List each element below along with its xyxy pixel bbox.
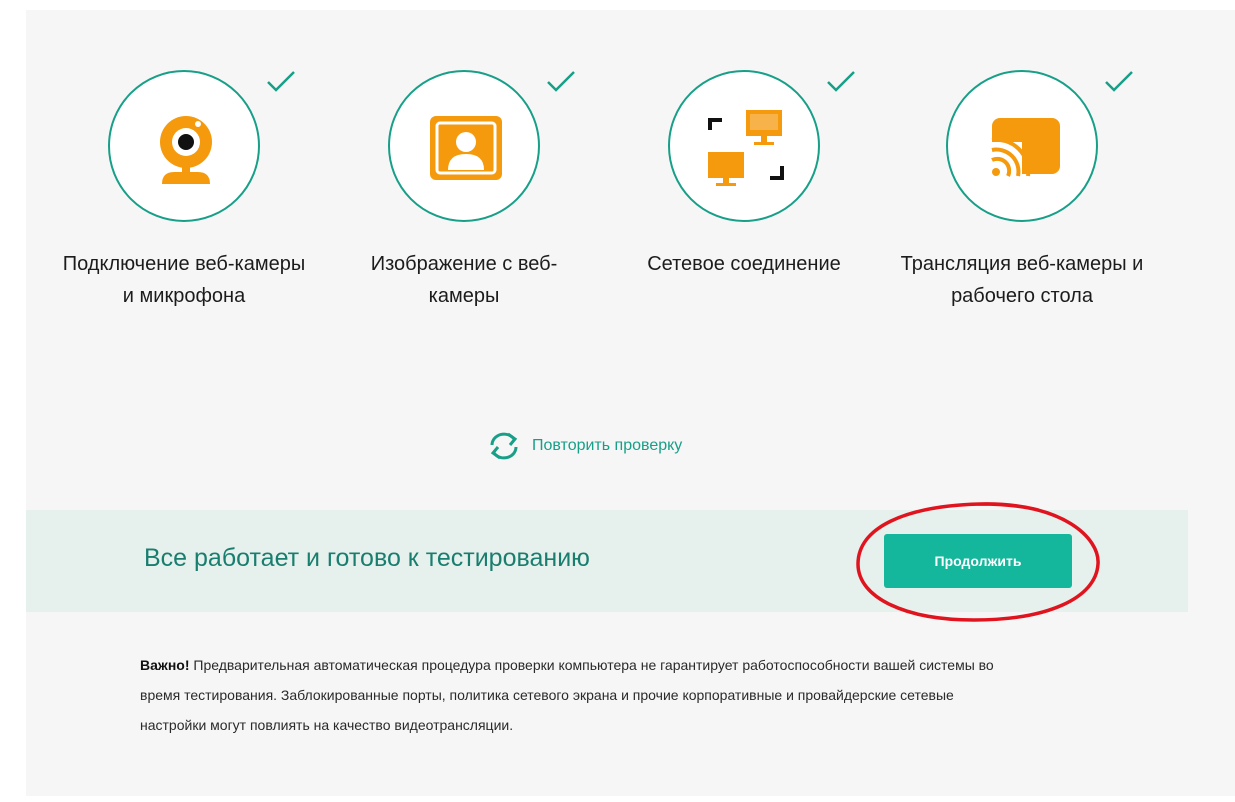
continue-button[interactable]: Продолжить — [884, 534, 1072, 588]
check-circle — [946, 70, 1098, 222]
check-mark-icon — [1105, 71, 1133, 92]
note-bold: Важно! — [140, 657, 190, 673]
network-monitors-icon — [708, 110, 784, 186]
user-portrait-icon — [430, 116, 502, 180]
check-label: Сетевое соединение — [647, 253, 841, 275]
webcam-icon — [160, 116, 212, 184]
note-text: Предварительная автоматическая процедура… — [140, 657, 994, 733]
check-circle — [388, 70, 540, 222]
check-label: Подключение веб-камеры и микрофона — [62, 253, 306, 307]
system-check-page: Подключение веб-камеры и микрофона Изобр… — [26, 10, 1235, 796]
important-note: Важно! Предварительная автоматическая пр… — [140, 650, 1020, 740]
cast-screen-icon — [988, 118, 1060, 182]
check-mark-icon — [547, 71, 575, 92]
status-message: Все работает и готово к тестированию — [144, 544, 590, 572]
check-mark-icon — [267, 71, 295, 92]
check-label: Изображение с веб-камеры — [370, 253, 558, 307]
status-bar: Все работает и готово к тестированию Про… — [26, 510, 1188, 612]
refresh-icon — [490, 432, 518, 460]
retry-check-link[interactable]: Повторить проверку — [488, 428, 682, 464]
check-circle — [108, 70, 260, 222]
check-circle — [668, 70, 820, 222]
retry-label: Повторить проверку — [532, 437, 683, 454]
check-mark-icon — [827, 71, 855, 92]
check-label: Трансляция веб-камеры и рабочего стола — [900, 253, 1144, 307]
